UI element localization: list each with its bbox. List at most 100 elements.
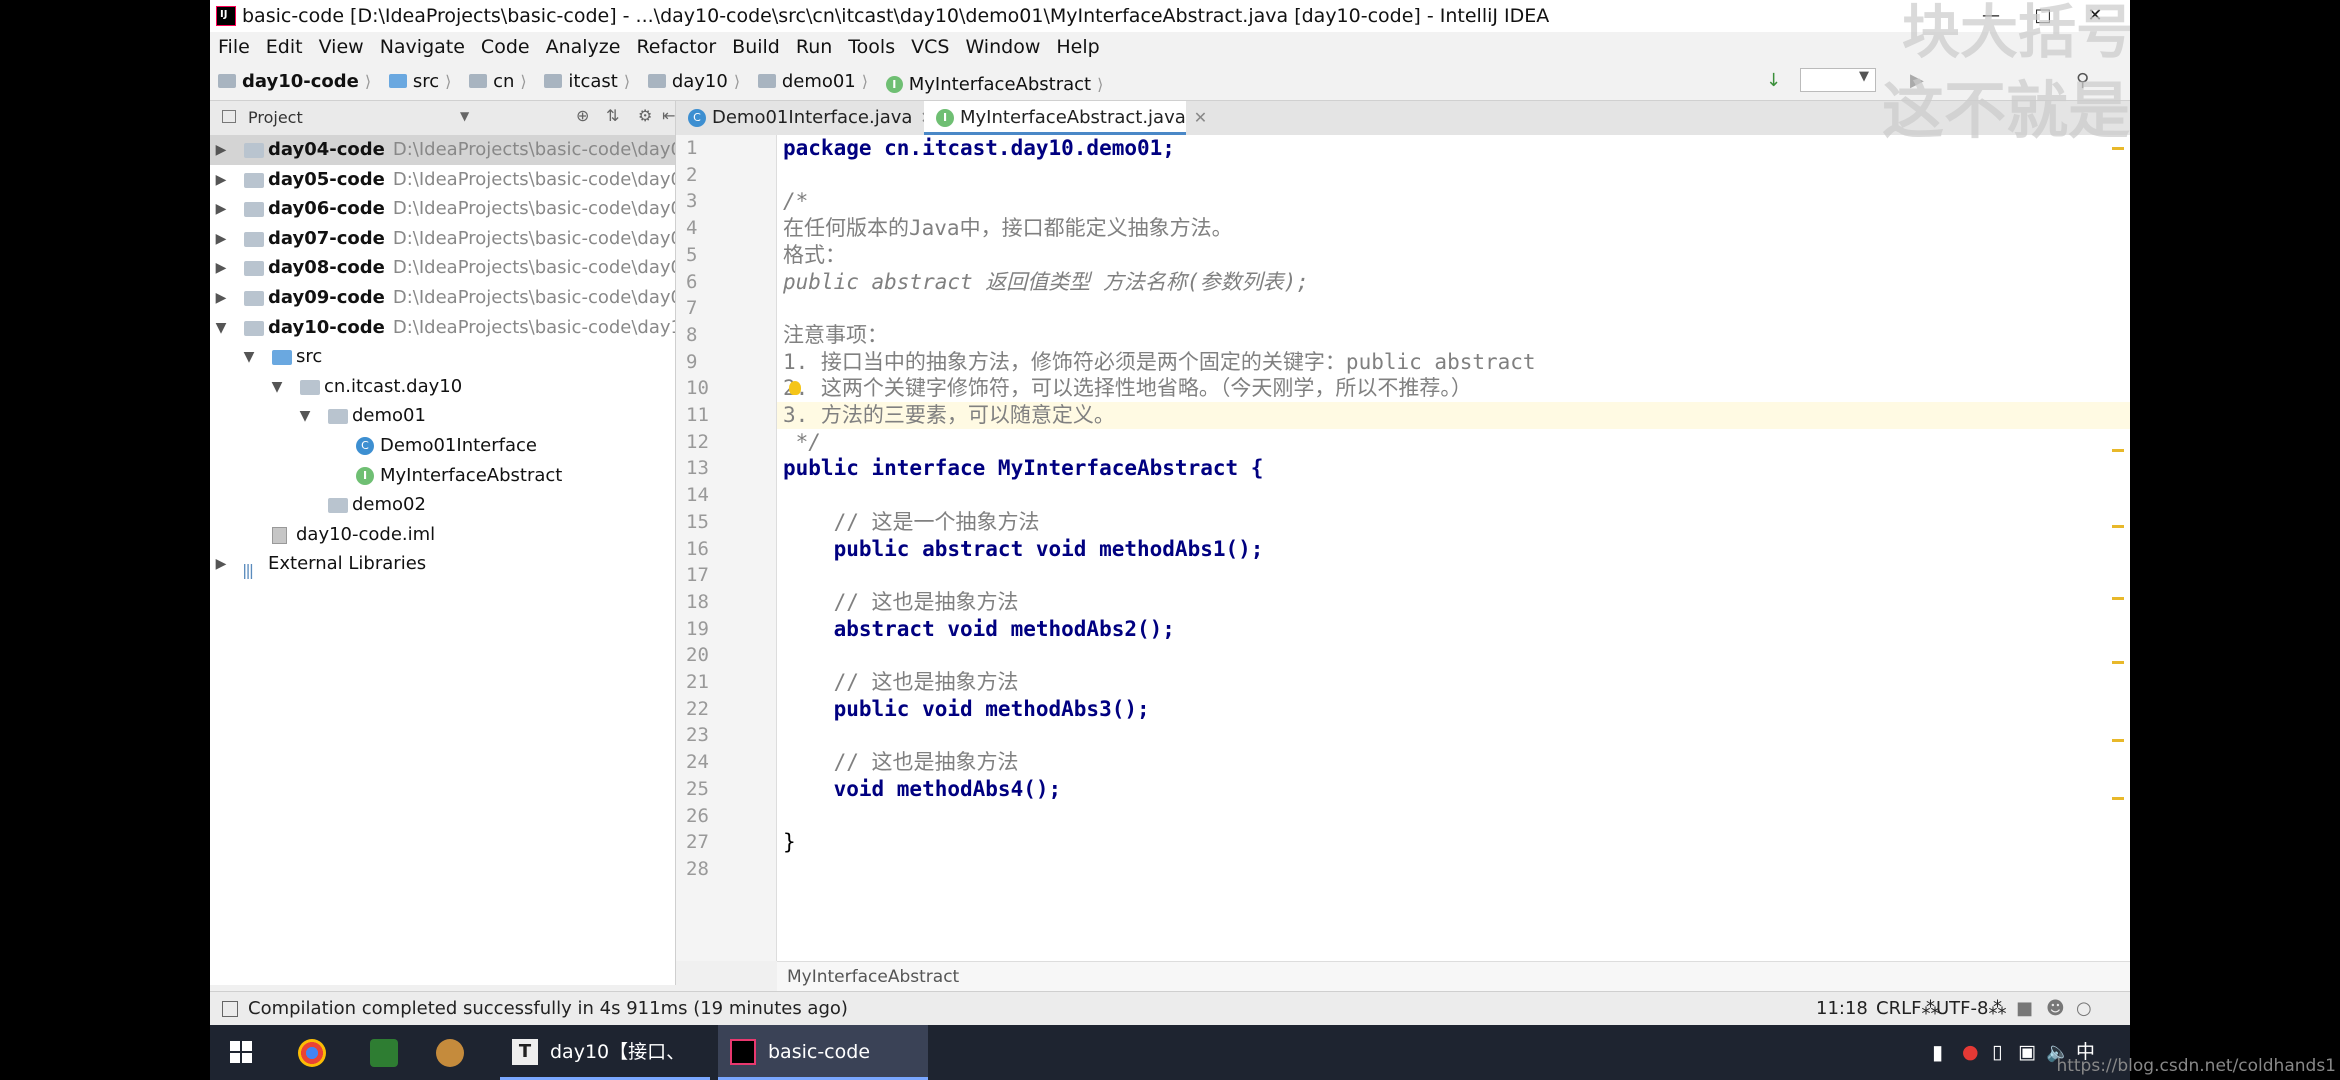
code-line: 3. 方法的三要素，可以随意定义。: [783, 403, 1115, 427]
caret-position[interactable]: 11:18: [1816, 992, 1868, 1026]
warning-mark[interactable]: [2112, 449, 2124, 452]
tree-item-iml[interactable]: day10-code.iml: [210, 520, 675, 550]
event-log-icon[interactable]: ○: [2076, 992, 2092, 1026]
lock-icon[interactable]: ■: [2016, 992, 2033, 1026]
tree-item-day08[interactable]: ▶ day08-code D:\IdeaProjects\basic-code\d…: [210, 253, 675, 283]
package-icon: [328, 498, 348, 514]
class-icon: C: [688, 109, 706, 127]
menu-help[interactable]: Help: [1048, 32, 1107, 62]
chevron-down-icon[interactable]: ▼: [460, 109, 469, 123]
source-folder-icon: [272, 350, 292, 366]
hide-panel-icon[interactable]: ⇤: [662, 106, 675, 125]
breadcrumb-file[interactable]: I MyInterfaceAbstract ⟩: [878, 66, 1103, 104]
module-folder-icon: [218, 74, 236, 88]
tree-item-src[interactable]: ▼ src: [210, 342, 675, 372]
tab-demo01interface[interactable]: CDemo01Interface.java✕: [676, 101, 934, 135]
paint-app-icon[interactable]: [436, 1039, 464, 1067]
menu-vcs[interactable]: VCS: [903, 32, 957, 62]
breadcrumb-itcast[interactable]: itcast ⟩: [536, 62, 630, 100]
taskbar-app-typora[interactable]: T day10【接口、多...: [500, 1025, 710, 1080]
package-icon: [300, 379, 320, 395]
warning-mark[interactable]: [2112, 147, 2124, 150]
menu-file[interactable]: File: [210, 32, 258, 62]
network-icon[interactable]: ▣: [2018, 1025, 2036, 1080]
menu-tools[interactable]: Tools: [840, 32, 903, 62]
tree-item-day04[interactable]: ▶ day04-code D:\IdeaProjects\basic-code\d…: [210, 135, 675, 165]
window-title: basic-code [D:\IdeaProjects\basic-code] …: [242, 5, 1550, 27]
module-folder-icon: [244, 320, 264, 336]
tree-item-demo01[interactable]: ▼ demo01: [210, 401, 675, 431]
warning-mark[interactable]: [2112, 797, 2124, 800]
code-line: abstract void methodAbs2();: [783, 616, 1175, 641]
spreadsheet-app-icon[interactable]: [370, 1039, 398, 1067]
tree-item-day10[interactable]: ▼ day10-code D:\IdeaProjects\basic-code\d…: [210, 313, 675, 343]
code-line: public interface MyInterfaceAbstract {: [783, 456, 1264, 481]
menu-window[interactable]: Window: [957, 32, 1048, 62]
close-tab-icon[interactable]: ✕: [1194, 108, 1207, 127]
menu-edit[interactable]: Edit: [258, 32, 311, 62]
project-panel-header: Project ▼ ⊕ ⇅ ⚙ ⇤: [210, 101, 676, 136]
tree-item-demo02[interactable]: demo02: [210, 490, 675, 520]
tab-myinterfaceabstract[interactable]: I MyInterfaceAbstract.java ✕: [924, 101, 1207, 135]
breadcrumb-src[interactable]: src ⟩: [381, 62, 451, 100]
module-folder-icon: [244, 231, 264, 247]
code-editor[interactable]: package cn.itcast.day10.demo01; /* 在任何版本…: [777, 135, 2130, 961]
warning-mark[interactable]: [2112, 661, 2124, 664]
run-config-select[interactable]: ▼: [1800, 68, 1876, 92]
file-encoding[interactable]: UTF-8⁂: [1936, 992, 2006, 1026]
locate-file-icon[interactable]: ⊕: [576, 106, 589, 125]
code-line: 注意事项：: [783, 322, 888, 347]
code-line: void methodAbs4();: [783, 776, 1062, 801]
package-icon: [647, 74, 666, 88]
tool-window-toggle-icon[interactable]: [222, 1001, 238, 1017]
menu-analyze[interactable]: Analyze: [538, 32, 629, 62]
taskbar-app-intellij[interactable]: basic-code [D:\Id...: [718, 1025, 928, 1080]
line-separator[interactable]: CRLF⁂: [1876, 992, 1939, 1026]
status-message[interactable]: Compilation completed successfully in 4s…: [248, 998, 848, 1019]
people-icon[interactable]: ▮: [1932, 1025, 1943, 1080]
warning-mark[interactable]: [2112, 525, 2124, 528]
tree-item-external-libraries[interactable]: ▶ ||| External Libraries: [210, 549, 675, 579]
usb-icon[interactable]: ▯: [1992, 1025, 2002, 1080]
project-panel-title[interactable]: Project: [248, 108, 303, 127]
library-icon: |||: [242, 561, 254, 580]
menu-refactor[interactable]: Refactor: [628, 32, 724, 62]
code-line: // 这也是抽象方法: [783, 589, 1019, 614]
iml-file-icon: [272, 526, 287, 544]
lightbulb-icon[interactable]: [789, 381, 801, 395]
package-icon: [328, 409, 348, 425]
warning-mark[interactable]: [2112, 597, 2124, 600]
build-arrow-icon[interactable]: ↓: [1766, 70, 1786, 91]
tree-item-myinterfaceabstract[interactable]: I MyInterfaceAbstract: [210, 461, 675, 491]
warning-mark[interactable]: [2112, 739, 2124, 742]
gear-icon[interactable]: ⚙: [638, 106, 652, 125]
menu-code[interactable]: Code: [473, 32, 538, 62]
interface-icon: I: [356, 466, 374, 485]
tree-item-package-day10[interactable]: ▼ cn.itcast.day10: [210, 372, 675, 402]
menu-view[interactable]: View: [311, 32, 372, 62]
menu-run[interactable]: Run: [788, 32, 840, 62]
tree-item-day06[interactable]: ▶ day06-code D:\IdeaProjects\basic-code\d…: [210, 194, 675, 224]
collapse-all-icon[interactable]: ⇅: [606, 106, 619, 125]
breadcrumb-day10[interactable]: day10 ⟩: [640, 62, 740, 100]
breadcrumb-cn[interactable]: cn ⟩: [461, 62, 527, 100]
editor-scrollbar[interactable]: [2110, 135, 2126, 961]
menu-build[interactable]: Build: [724, 32, 788, 62]
windows-start-icon[interactable]: [230, 1041, 252, 1063]
breadcrumb-demo01[interactable]: demo01 ⟩: [750, 62, 868, 100]
tray-app-icon[interactable]: ●: [1962, 1025, 1979, 1080]
status-bar: Compilation completed successfully in 4s…: [210, 991, 2130, 1026]
tree-item-day09[interactable]: ▶ day09-code D:\IdeaProjects\basic-code\d…: [210, 283, 675, 313]
editor-breadcrumb[interactable]: MyInterfaceAbstract: [787, 967, 959, 987]
class-icon: C: [356, 437, 374, 455]
chrome-icon[interactable]: [298, 1039, 326, 1067]
tree-item-demo01interface[interactable]: C Demo01Interface: [210, 431, 675, 461]
hector-icon[interactable]: ☻: [2046, 992, 2065, 1026]
code-line: 2. 这两个关键字修饰符，可以选择性地省略。（今天刚学，所以不推荐。）: [783, 376, 1472, 401]
tree-item-day05[interactable]: ▶ day05-code D:\IdeaProjects\basic-code\d…: [210, 165, 675, 195]
menu-navigate[interactable]: Navigate: [372, 32, 473, 62]
breadcrumb-module[interactable]: day10-code ⟩: [210, 62, 371, 100]
title-bar: basic-code [D:\IdeaProjects\basic-code] …: [210, 0, 2130, 32]
tree-item-day07[interactable]: ▶ day07-code D:\IdeaProjects\basic-code\d…: [210, 224, 675, 254]
overlay-text-2: 这不就是理解成: [1882, 74, 2130, 147]
